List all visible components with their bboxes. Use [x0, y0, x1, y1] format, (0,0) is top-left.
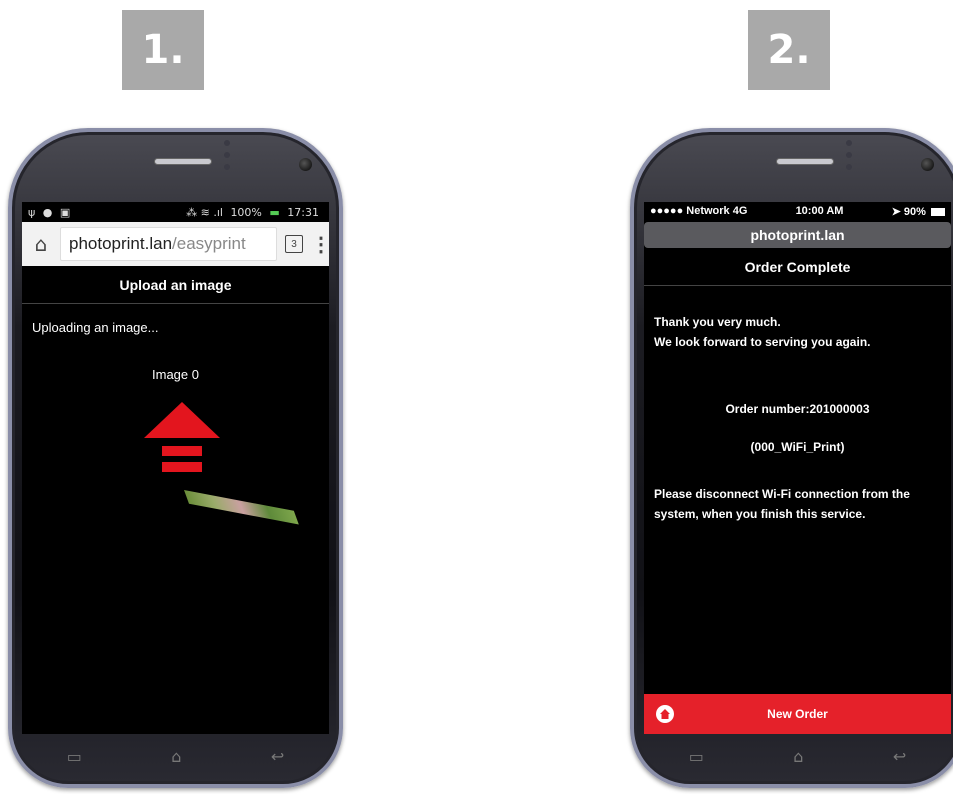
phone-upload: ψ ● ▣ ⁂ ≋ .ıl 100% ▬ 17:31 ⌂ photoprint.…	[8, 128, 343, 788]
location-arrow-icon: ➤	[891, 205, 901, 218]
usb-icon: ψ	[28, 205, 36, 219]
page-title: Upload an image	[22, 266, 329, 304]
step-2-badge: 2.	[748, 10, 830, 90]
thanks-line: Thank you very much.	[654, 315, 781, 329]
upload-screen: ψ ● ▣ ⁂ ≋ .ıl 100% ▬ 17:31 ⌂ photoprint.…	[22, 202, 329, 734]
battery-percent: 100%	[230, 205, 262, 219]
phone-order-complete: ●●●●● Network 4G 10:00 AM ➤ 90% photopri…	[630, 128, 953, 788]
home-nav-icon[interactable]: ⌂	[171, 747, 181, 766]
url-path: /easyprint	[172, 234, 246, 253]
image-label: Image 0	[152, 367, 199, 382]
thanks-line: We look forward to serving you again.	[654, 335, 871, 349]
tab-switcher-button[interactable]: 3	[285, 235, 303, 253]
url-field[interactable]: photoprint.lan	[644, 222, 951, 248]
battery-icon: ▬	[269, 205, 280, 219]
thank-you-message: Thank you very much. We look forward to …	[644, 286, 951, 352]
order-code: (000_WiFi_Print)	[750, 440, 845, 454]
front-camera-icon	[921, 158, 934, 171]
android-nav-bar: ▭ ⌂ ↩	[22, 734, 329, 778]
recent-apps-icon[interactable]: ▭	[67, 747, 82, 766]
sensor-dot	[846, 164, 852, 170]
sensor-dot	[224, 152, 230, 158]
home-nav-icon[interactable]: ⌂	[793, 747, 803, 766]
uploading-image-thumbnail	[184, 490, 299, 525]
carrier-label: ●●●●● Network 4G	[650, 205, 748, 217]
page-title: Order Complete	[644, 248, 951, 286]
upload-status-text: Uploading an image...	[32, 320, 159, 335]
earpiece-speaker	[776, 158, 834, 165]
location-icon: ●	[42, 205, 53, 219]
sensor-dot	[846, 140, 852, 146]
status-bar: ●●●●● Network 4G 10:00 AM ➤ 90%	[644, 202, 951, 220]
new-order-label: New Order	[767, 707, 828, 721]
status-time: 17:31	[287, 205, 319, 219]
signal-wifi-icon: ⁂ ≋ .ıl	[186, 205, 223, 219]
sensor-dot	[224, 164, 230, 170]
sensor-dot	[224, 140, 230, 146]
disconnect-line: system, when you finish this service.	[654, 507, 866, 521]
url-field[interactable]: photoprint.lan/easyprint	[60, 227, 277, 261]
step-1-badge: 1.	[122, 10, 204, 90]
home-icon	[656, 705, 674, 723]
battery-icon	[930, 207, 945, 216]
battery-percent: 90%	[903, 205, 926, 218]
android-nav-bar: ▭ ⌂ ↩	[644, 734, 951, 778]
image-notification-icon: ▣	[59, 205, 71, 219]
more-menu-icon[interactable]: ⋮	[311, 232, 329, 257]
earpiece-speaker	[154, 158, 212, 165]
disconnect-notice: Please disconnect Wi-Fi connection from …	[644, 454, 951, 524]
browser-address-bar: ⌂ photoprint.lan/easyprint 3 ⋮	[22, 222, 329, 266]
back-icon[interactable]: ↩	[893, 747, 906, 766]
url-host: photoprint.lan	[69, 234, 173, 253]
upload-arrow-icon	[144, 402, 220, 472]
order-complete-screen: ●●●●● Network 4G 10:00 AM ➤ 90% photopri…	[644, 202, 951, 734]
back-icon[interactable]: ↩	[271, 747, 284, 766]
order-number: Order number:201000003	[725, 402, 870, 416]
status-time: 10:00 AM	[795, 205, 844, 217]
front-camera-icon	[299, 158, 312, 171]
recent-apps-icon[interactable]: ▭	[689, 747, 704, 766]
status-bar: ψ ● ▣ ⁂ ≋ .ıl 100% ▬ 17:31	[22, 202, 329, 222]
sensor-dot	[846, 152, 852, 158]
disconnect-line: Please disconnect Wi-Fi connection from …	[654, 487, 910, 501]
home-icon[interactable]: ⌂	[30, 232, 52, 256]
new-order-button[interactable]: New Order	[644, 694, 951, 734]
